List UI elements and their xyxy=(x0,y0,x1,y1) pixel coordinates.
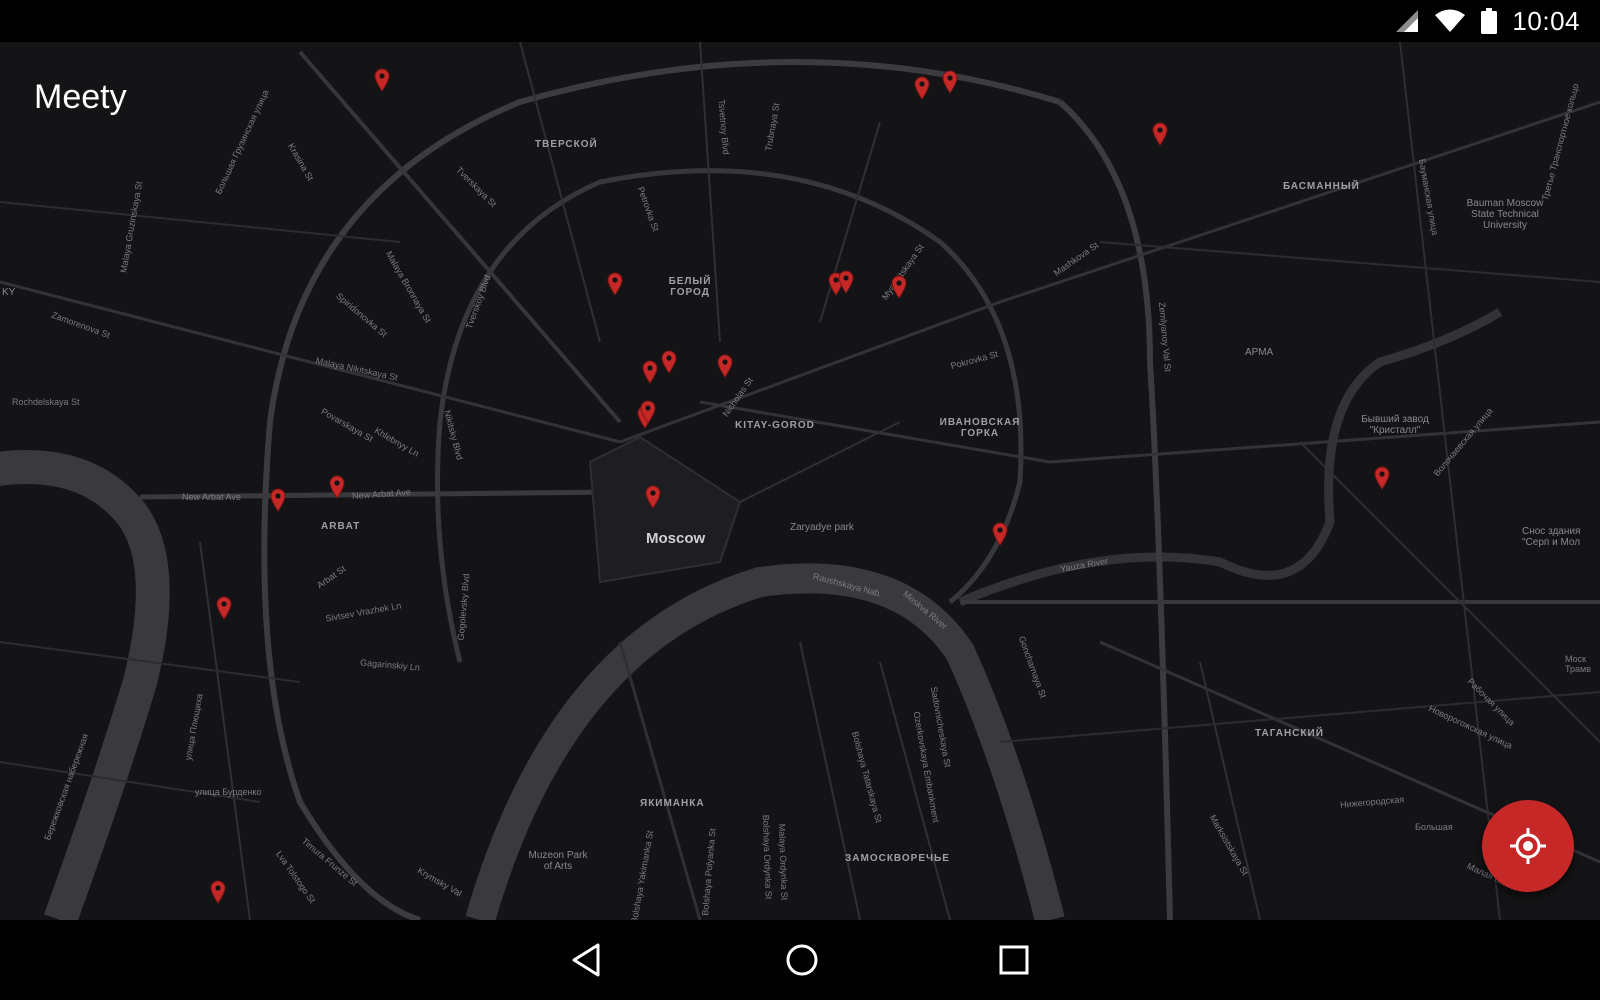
district-label: KITAY-GOROD xyxy=(735,420,815,431)
map-pin[interactable] xyxy=(270,488,286,512)
map-pin[interactable] xyxy=(374,68,390,92)
district-label: ЯКИМАНКА xyxy=(640,798,705,809)
district-label: ИВАНОВСКАЯ ГОРКА xyxy=(939,417,1021,439)
back-button[interactable] xyxy=(568,940,608,980)
place-label: Bauman Moscow State Technical University xyxy=(1466,198,1544,231)
street-label: KY xyxy=(2,287,16,298)
street-label: Моск Трамв xyxy=(1565,654,1591,674)
map-view[interactable]: ТВЕРСКОЙ БЕЛЫЙ ГОРОД KITAY-GOROD ИВАНОВС… xyxy=(0,42,1600,920)
map-pin[interactable] xyxy=(661,350,677,374)
status-bar: 10:04 xyxy=(0,0,1600,42)
map-pin[interactable] xyxy=(210,880,226,904)
street-label: улица Бурденко xyxy=(195,787,262,797)
map-pin[interactable] xyxy=(645,485,661,509)
map-pin[interactable] xyxy=(216,596,232,620)
map-pin[interactable] xyxy=(914,76,930,100)
home-icon xyxy=(786,944,818,976)
clock: 10:04 xyxy=(1512,5,1580,36)
my-location-button[interactable] xyxy=(1482,800,1574,892)
home-button[interactable] xyxy=(782,940,822,980)
map-pin[interactable] xyxy=(891,275,907,299)
map-pin[interactable] xyxy=(640,400,656,424)
place-label: Zaryadye park xyxy=(790,522,854,533)
map-pin[interactable] xyxy=(1374,466,1390,490)
district-label: ТВЕРСКОЙ xyxy=(535,139,598,150)
wifi-icon xyxy=(1435,9,1466,32)
place-label: Muzeon Park of Arts xyxy=(528,850,588,872)
navigation-bar xyxy=(0,920,1600,1000)
signal-icon xyxy=(1396,10,1419,32)
recents-button[interactable] xyxy=(994,940,1034,980)
street-label: Большая xyxy=(1415,822,1453,832)
street-label: New Arbat Ave xyxy=(182,492,241,502)
city-label: Moscow xyxy=(646,530,706,547)
crosshair-icon xyxy=(1510,828,1546,864)
status-icons: 10:04 xyxy=(1394,6,1580,36)
map-pin[interactable] xyxy=(329,475,345,499)
district-label: ЗАМОСКВОРЕЧЬЕ xyxy=(845,853,950,864)
district-label: ARBAT xyxy=(321,521,361,532)
map-pin[interactable] xyxy=(642,360,658,384)
app-title: Meety xyxy=(34,78,127,116)
area-label: АРМА xyxy=(1245,347,1274,358)
map-pin[interactable] xyxy=(942,70,958,94)
map-pin[interactable] xyxy=(1152,122,1168,146)
map-pin[interactable] xyxy=(607,272,623,296)
place-label: Снос здания "Серп и Мол xyxy=(1522,526,1581,548)
battery-icon xyxy=(1481,8,1498,34)
district-label: БЕЛЫЙ ГОРОД xyxy=(668,276,712,298)
map-pin[interactable] xyxy=(838,270,854,294)
street-label: Rochdelskaya St xyxy=(12,397,80,407)
map-pin[interactable] xyxy=(717,354,733,378)
map-pin[interactable] xyxy=(992,522,1008,546)
district-label: ТАГАНСКИЙ xyxy=(1255,728,1324,739)
district-label: БАСМАННЫЙ xyxy=(1283,181,1360,192)
place-label: Бывший завод "Кристалл" xyxy=(1361,414,1429,436)
back-icon xyxy=(572,943,600,977)
recents-icon xyxy=(999,945,1029,975)
